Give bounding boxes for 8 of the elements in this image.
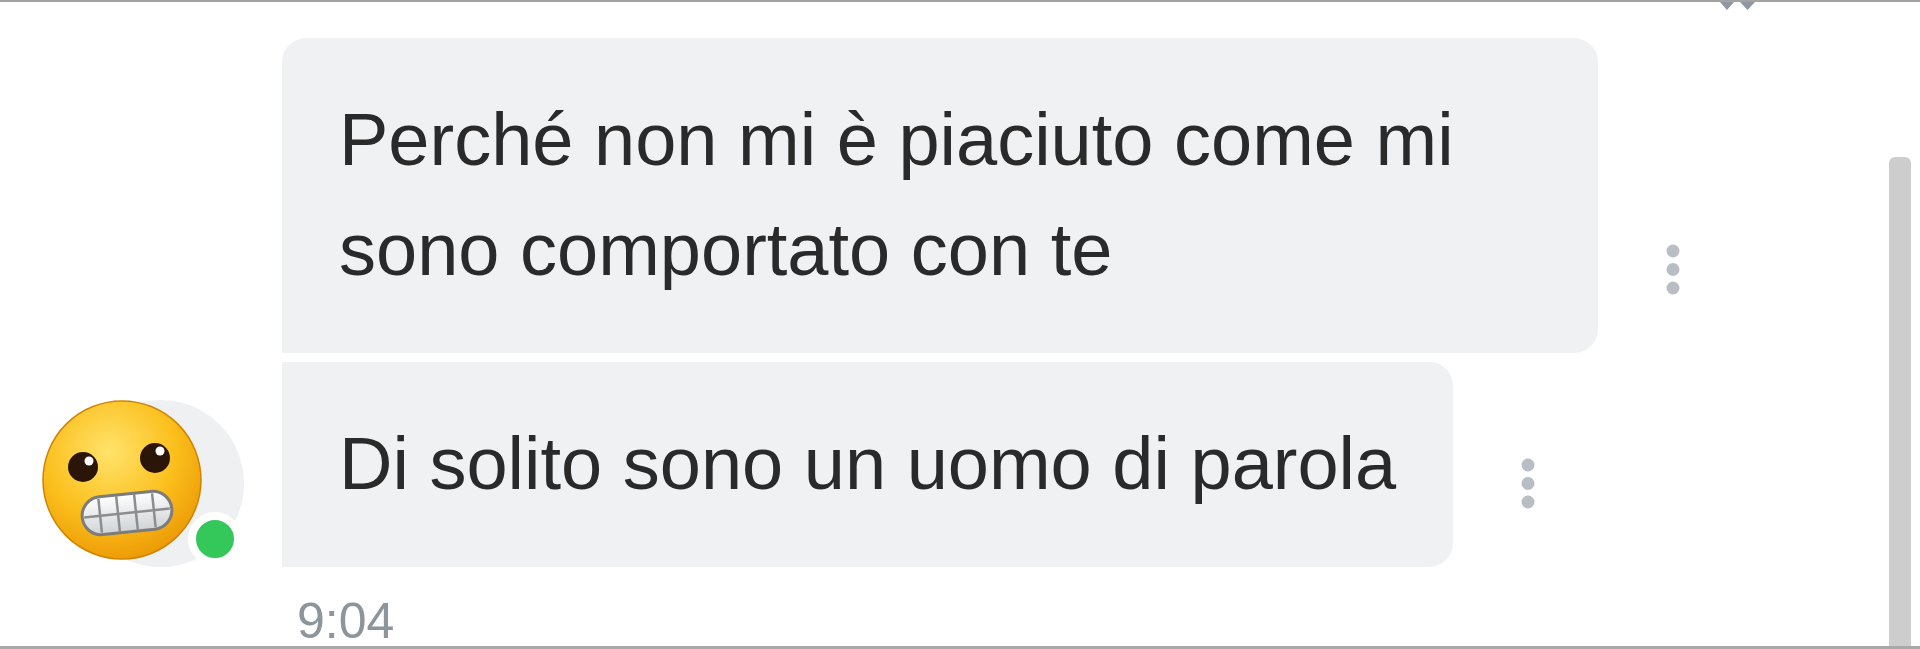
more-options-icon[interactable] xyxy=(1666,244,1680,295)
more-options-icon[interactable] xyxy=(1521,458,1536,509)
scrollbar[interactable] xyxy=(1889,157,1911,646)
double-triangle-icon xyxy=(1720,2,1756,10)
message-bubble: Di solito sono un uomo di parola xyxy=(282,362,1454,567)
message-bubble: Perché non mi è piaciuto come mi sono comportato con te xyxy=(282,38,1598,353)
message-time: 9:04 xyxy=(297,596,395,646)
grimacing-face-icon xyxy=(42,400,202,560)
